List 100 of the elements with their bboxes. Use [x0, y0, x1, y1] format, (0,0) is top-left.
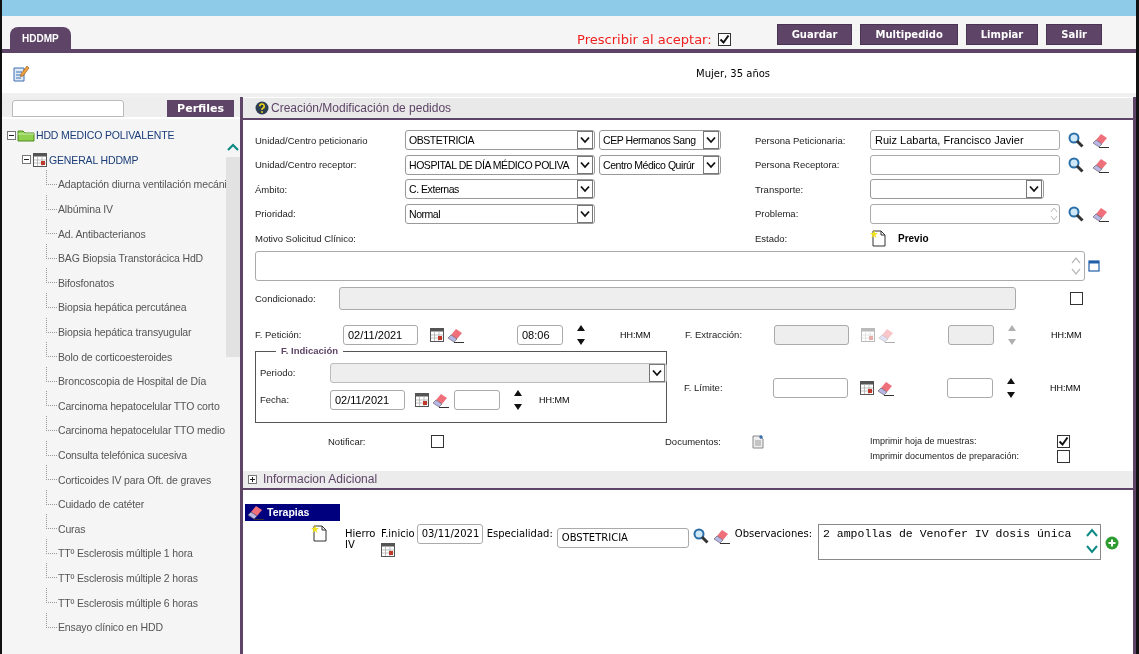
- section-title[interactable]: Informacion Adicional: [263, 472, 378, 486]
- spinner-arrows-icon[interactable]: [513, 388, 523, 411]
- tree-item[interactable]: BAG Biopsia Transtorácica HdD: [58, 252, 204, 265]
- tree-item[interactable]: Ensayo clínico en HDD: [58, 621, 163, 634]
- text-area[interactable]: 2 ampollas de Venofer IV dosis única: [818, 523, 1101, 560]
- chevron-down-icon: [580, 209, 590, 218]
- edit-document-icon[interactable]: [12, 64, 30, 82]
- eraser-icon[interactable]: [447, 326, 465, 343]
- tree-item[interactable]: Broncoscopia de Hospital de Día: [58, 375, 207, 388]
- date-field[interactable]: 02/11/2021: [343, 324, 418, 345]
- dropdown[interactable]: CEP Hermanos Sang: [599, 130, 721, 151]
- document-icon[interactable]: [752, 434, 764, 449]
- field-label: Observaciones:: [734, 527, 812, 539]
- calendar-icon[interactable]: [381, 542, 395, 557]
- search-icon[interactable]: [1068, 205, 1084, 222]
- therapies-tab[interactable]: Terapias: [245, 503, 340, 521]
- tree-item[interactable]: Curas: [58, 522, 86, 535]
- time-field[interactable]: [948, 324, 994, 345]
- text-field[interactable]: OBSTETRICIA: [556, 527, 689, 548]
- search-icon[interactable]: [1068, 132, 1084, 149]
- field-label: Imprimir documentos de preparación:: [870, 451, 1020, 461]
- tab[interactable]: HDDMP: [10, 27, 71, 49]
- checkbox[interactable]: [1057, 434, 1070, 448]
- date-field[interactable]: 03/11/2021: [416, 523, 483, 544]
- tree-item[interactable]: Biopsia hepática percutánea: [58, 301, 187, 314]
- calendar-icon[interactable]: [415, 392, 429, 407]
- tree-item[interactable]: TTº Esclerosis múltiple 2 horas: [58, 572, 198, 584]
- text-field[interactable]: Ruiz Labarta, Francisco Javier: [870, 130, 1060, 151]
- tree-item[interactable]: Bolo de corticoesteroides: [58, 350, 173, 363]
- tree-item[interactable]: Cuidado de catéter: [58, 498, 145, 511]
- scroll-arrows-icon: [1050, 205, 1058, 222]
- eraser-icon[interactable]: [712, 527, 731, 544]
- tree-item[interactable]: TTº Esclerosis múltiple 1 hora: [58, 547, 193, 560]
- tree-item[interactable]: TTº Esclerosis múltiple 6 horas: [58, 596, 198, 609]
- patient-info: Mujer, 35 años: [696, 67, 771, 79]
- eraser-icon[interactable]: [247, 504, 265, 520]
- dropdown[interactable]: HOSPITAL DE DÍA MÉDICO POLIVA: [405, 154, 595, 175]
- therapy-name: Hierro IV: [345, 527, 377, 550]
- dropdown[interactable]: C. Externas: [405, 179, 595, 200]
- tree-item[interactable]: Consulta telefónica sucesiva: [58, 449, 187, 461]
- calendar-icon[interactable]: [33, 152, 47, 167]
- dropdown[interactable]: Centro Médico Quirúr: [599, 154, 721, 175]
- scrollbar-thumb[interactable]: [226, 157, 240, 357]
- calendar-icon[interactable]: [430, 327, 444, 342]
- time-field[interactable]: [947, 377, 993, 398]
- eraser-icon[interactable]: [1092, 156, 1110, 173]
- dropdown[interactable]: Normal: [405, 203, 595, 224]
- toggle-icon[interactable]: [22, 155, 31, 165]
- search-icon[interactable]: [1068, 156, 1084, 173]
- checkbox[interactable]: [431, 434, 444, 448]
- eraser-icon[interactable]: [1092, 205, 1110, 222]
- folder-icon: [17, 128, 35, 143]
- field-label: Condicionado:: [255, 293, 317, 304]
- action-button[interactable]: Multipedido: [860, 24, 958, 45]
- search-field[interactable]: [12, 100, 124, 117]
- profiles-button[interactable]: Perfiles: [167, 100, 234, 117]
- field-label: Unidad/Centro peticionario: [255, 134, 369, 146]
- toggle-icon[interactable]: [7, 130, 16, 140]
- window-icon[interactable]: [1088, 259, 1100, 272]
- time-field[interactable]: 08:06: [517, 324, 563, 345]
- checkbox[interactable]: [717, 33, 731, 46]
- time-format-label: HH:MM: [539, 394, 570, 405]
- action-button[interactable]: Salir: [1046, 24, 1102, 45]
- field-label: Estado:: [755, 232, 789, 244]
- field-label: Fecha:: [260, 394, 291, 405]
- dropdown[interactable]: OBSTETRICIA: [405, 130, 595, 151]
- time-format-label: HH:MM: [620, 329, 651, 340]
- field-label: Persona Receptora:: [755, 159, 841, 171]
- eraser-icon[interactable]: [432, 391, 450, 408]
- tree-item[interactable]: Bifosfonatos: [58, 276, 114, 289]
- spinner-arrows-icon[interactable]: [1006, 376, 1016, 399]
- toggle-icon[interactable]: [248, 474, 257, 484]
- time-field[interactable]: [454, 389, 500, 410]
- eraser-icon[interactable]: [877, 379, 895, 396]
- add-icon[interactable]: [1105, 535, 1119, 550]
- field-label: Unidad/Centro receptor:: [255, 159, 358, 171]
- search-icon[interactable]: [692, 527, 709, 544]
- action-button[interactable]: Limpiar: [965, 24, 1039, 45]
- eraser-icon[interactable]: [1092, 132, 1110, 149]
- tree-item[interactable]: Albúmina IV: [58, 203, 113, 216]
- tree-item[interactable]: Ad. Antibacterianos: [58, 227, 146, 240]
- action-button[interactable]: Guardar: [776, 24, 853, 45]
- dropdown[interactable]: [870, 179, 1044, 200]
- spinner-arrows-icon[interactable]: [576, 323, 586, 346]
- help-icon[interactable]: [255, 101, 269, 115]
- tree-item[interactable]: GENERAL HDDMP: [49, 153, 139, 166]
- chevron-down-icon: [580, 160, 590, 169]
- checkbox[interactable]: [1057, 449, 1070, 463]
- date-field[interactable]: [773, 377, 848, 398]
- text-field[interactable]: [870, 154, 1060, 175]
- tree-item[interactable]: Biopsia hepática transyugular: [58, 326, 192, 339]
- date-field[interactable]: 02/11/2021: [330, 389, 405, 410]
- tree-item[interactable]: Carcinoma hepatocelular TTO medio: [58, 424, 225, 437]
- tree-item[interactable]: Adaptación diurna ventilación mecáni: [58, 178, 226, 191]
- tree-item[interactable]: Carcinoma hepatocelular TTO corto: [58, 399, 220, 412]
- time-format-label: HH:MM: [1050, 382, 1081, 393]
- tree-item[interactable]: HDD MEDICO POLIVALENTE: [36, 129, 175, 142]
- calendar-icon[interactable]: [860, 380, 874, 395]
- chevron-up-icon[interactable]: [227, 143, 239, 151]
- tree-item[interactable]: Corticoides IV para Oft. de graves: [58, 473, 212, 486]
